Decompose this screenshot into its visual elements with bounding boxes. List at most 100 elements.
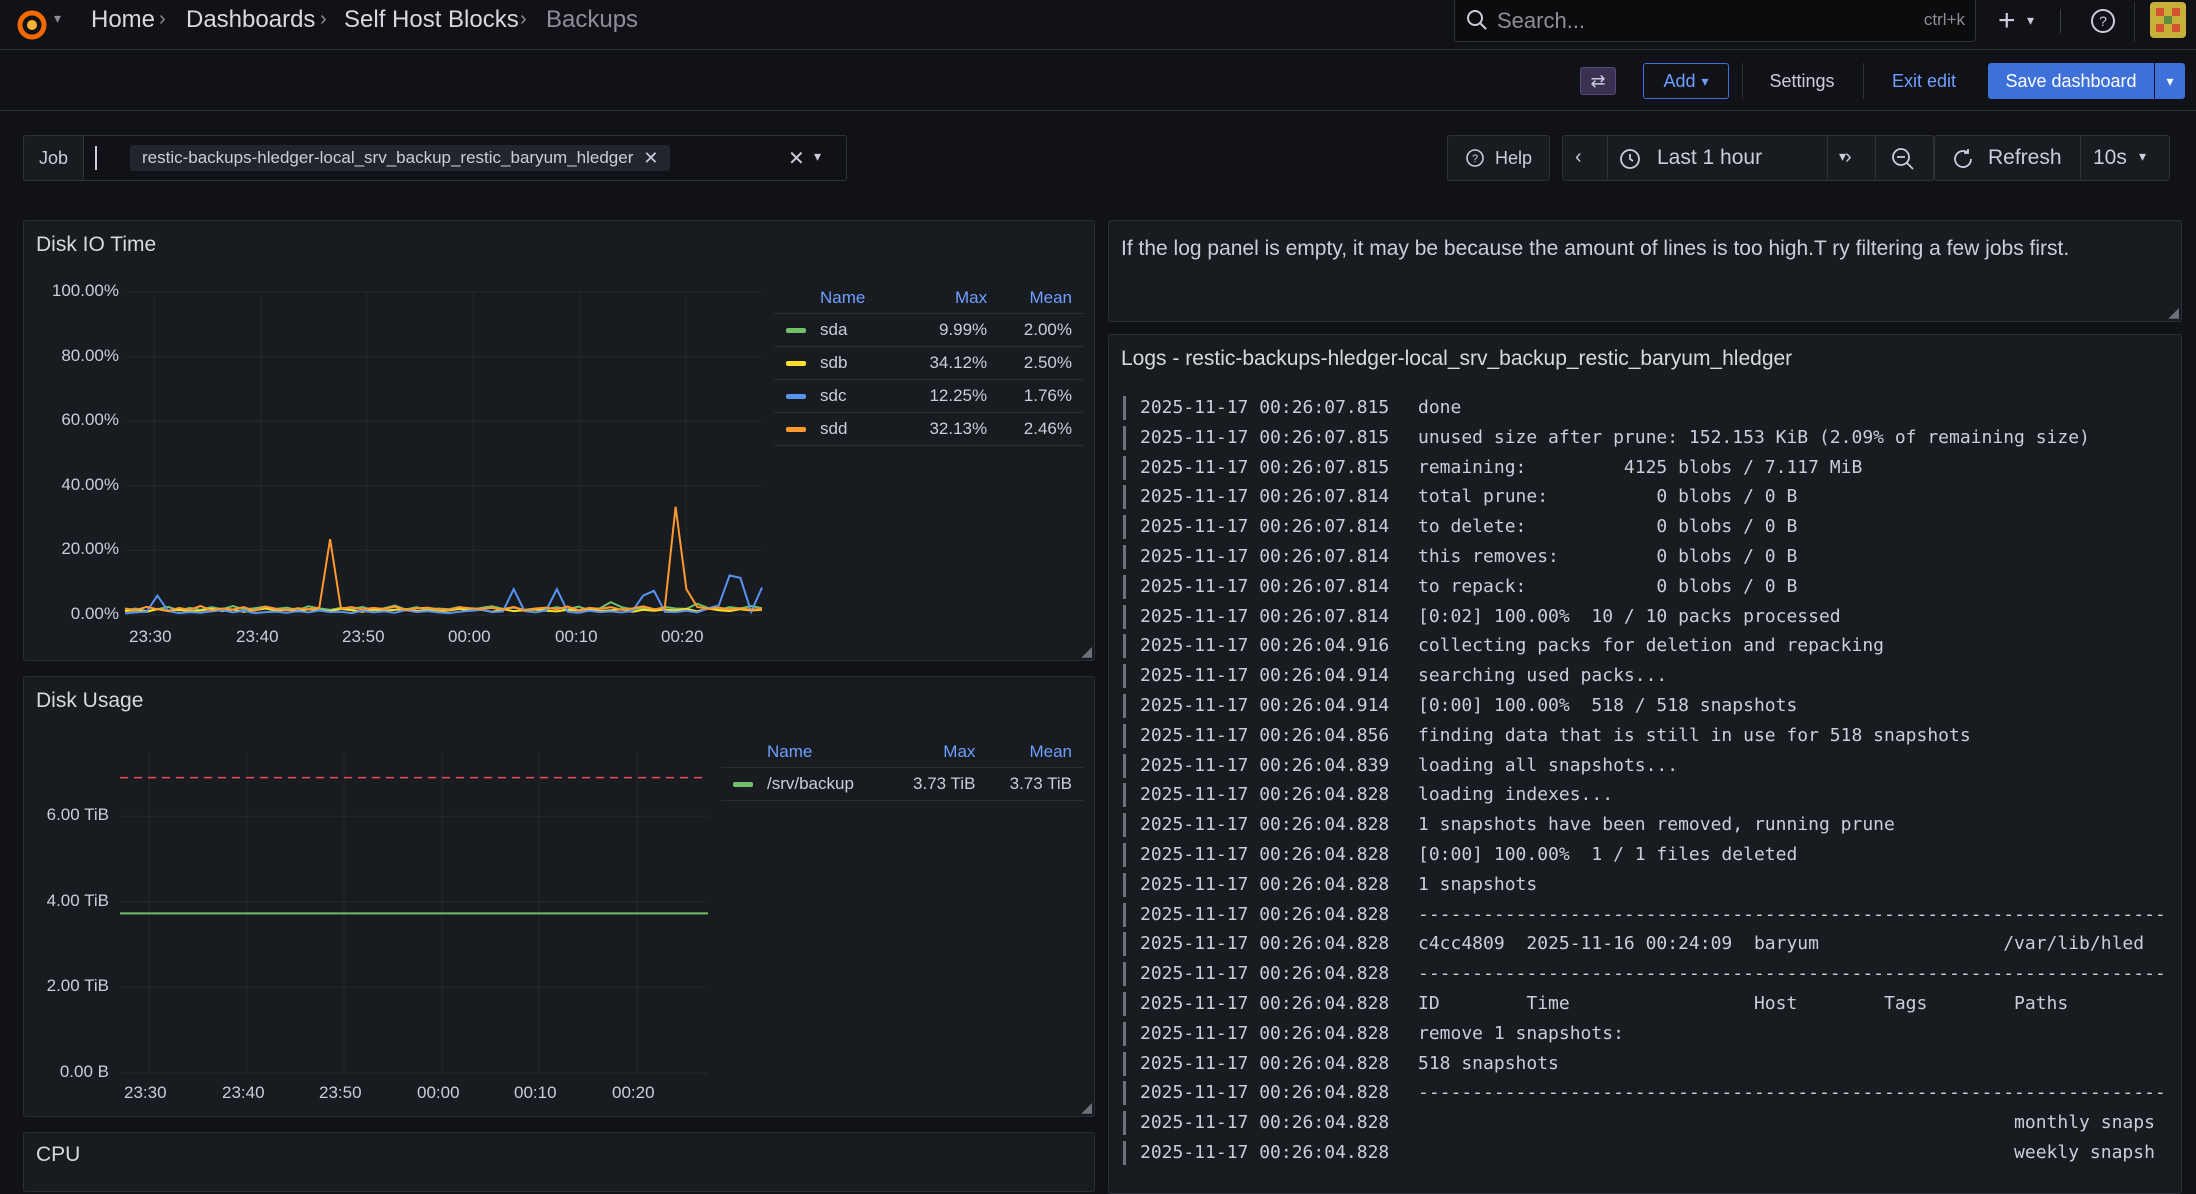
note-panel[interactable]: If the log panel is empty, it may be bec… xyxy=(1108,220,2182,322)
zoom-out-icon[interactable] xyxy=(1891,147,1915,171)
log-row[interactable]: 2025-11-17 00:26:07.814 to repack: 0 blob… xyxy=(1123,572,1797,602)
log-timestamp: 2025-11-17 00:26:07.815 xyxy=(1140,456,1390,478)
job-value-chip[interactable]: restic-backups-hledger-local_srv_backup_… xyxy=(130,145,671,171)
job-variable-select[interactable]: restic-backups-hledger-local_srv_backup_… xyxy=(83,135,847,181)
log-row[interactable]: 2025-11-17 00:26:04.828 ID Time Host Tags… xyxy=(1123,989,2068,1019)
time-forward-icon[interactable]: › xyxy=(1845,146,1852,169)
time-range-picker: ‹ Last 1 hour ▾ › xyxy=(1562,135,1934,181)
log-level-bar xyxy=(1123,783,1126,808)
log-row[interactable]: 2025-11-17 00:26:04.828 -----------------… xyxy=(1123,900,2166,930)
log-timestamp: 2025-11-17 00:26:04.828 xyxy=(1140,1142,1390,1163)
x-tick-label: 23:30 xyxy=(124,1083,167,1102)
add-button[interactable]: Add ▾ xyxy=(1643,63,1729,99)
disk-io-panel[interactable]: Disk IO Time 100.00% 80.00% 60.00% 40.00% 20… xyxy=(23,220,1095,661)
search-shortcut: ctrl+k xyxy=(1923,10,1965,29)
legend-row-sdd[interactable]: sdd 32.13% 2.46% xyxy=(774,412,1084,446)
legend-header-max[interactable]: Max xyxy=(902,283,1000,314)
breadcrumb-dashboards[interactable]: Dashboards xyxy=(186,6,315,34)
time-range-button[interactable]: Last 1 hour ▾ xyxy=(1607,136,1846,180)
note-text: If the log panel is empty, it may be bec… xyxy=(1121,237,2070,260)
time-range-label: Last 1 hour xyxy=(1657,146,1763,169)
help-icon[interactable]: ? xyxy=(2090,8,2116,34)
remove-chip-icon[interactable]: ✕ xyxy=(643,148,658,169)
help-circle-icon: ? xyxy=(1466,149,1484,167)
legend-header-name[interactable]: Name xyxy=(774,283,903,314)
help-button[interactable]: ? Help xyxy=(1447,135,1550,181)
legend-row-sdc[interactable]: sdc 12.25% 1.76% xyxy=(774,379,1084,413)
log-list[interactable]: 2025-11-17 00:26:07.815 done 2025-11-17 00… xyxy=(1109,393,2181,1193)
clear-icon[interactable]: ✕ xyxy=(788,146,805,171)
log-row[interactable]: 2025-11-17 00:26:04.828 [0:00] 100.00% 1 … xyxy=(1123,840,1797,870)
save-dashboard-button[interactable]: Save dashboard xyxy=(1988,63,2154,99)
log-level-bar xyxy=(1123,902,1126,927)
resize-handle-icon[interactable]: ◢ xyxy=(1081,643,1092,660)
breadcrumb-folder[interactable]: Self Host Blocks xyxy=(344,6,519,34)
log-row[interactable]: 2025-11-17 00:26:07.814 to delete: 0 blob… xyxy=(1123,512,1797,542)
log-row[interactable]: 2025-11-17 00:26:04.828 1 snapshots xyxy=(1123,870,1537,900)
log-message: weekly snapsh xyxy=(1418,1142,2155,1163)
refresh-button[interactable]: Refresh xyxy=(1935,136,2080,180)
log-level-bar xyxy=(1123,1081,1126,1106)
legend-row-sda[interactable]: sda 9.99% 2.00% xyxy=(774,313,1084,347)
log-row[interactable]: 2025-11-17 00:26:07.815 done xyxy=(1123,393,1461,423)
breadcrumb-home[interactable]: Home xyxy=(91,6,155,34)
log-row[interactable]: 2025-11-17 00:26:04.828 monthly snaps xyxy=(1123,1108,2155,1138)
log-row[interactable]: 2025-11-17 00:26:04.828 -----------------… xyxy=(1123,1078,2166,1108)
new-chevron-icon[interactable]: ▾ xyxy=(2027,12,2034,29)
legend-header-max[interactable]: Max xyxy=(890,737,988,768)
log-row[interactable]: 2025-11-17 00:26:04.916 collecting packs … xyxy=(1123,631,1884,661)
resize-handle-icon[interactable]: ◢ xyxy=(1081,1099,1092,1116)
log-row[interactable]: 2025-11-17 00:26:07.814 this removes: 0 b… xyxy=(1123,542,1797,572)
log-row[interactable]: 2025-11-17 00:26:04.828 1 snapshots have … xyxy=(1123,810,1895,840)
log-level-bar xyxy=(1123,1111,1126,1136)
cpu-panel[interactable]: CPU xyxy=(23,1132,1095,1192)
search-input[interactable]: Search... ctrl+k xyxy=(1454,0,1976,42)
log-row[interactable]: 2025-11-17 00:26:07.814 total prune: 0 bl… xyxy=(1123,482,1797,512)
log-row[interactable]: 2025-11-17 00:26:04.914 [0:00] 100.00% 51… xyxy=(1123,691,1797,721)
log-row[interactable]: 2025-11-17 00:26:04.828 -----------------… xyxy=(1123,959,2166,989)
series-swatch xyxy=(786,394,806,400)
log-row[interactable]: 2025-11-17 00:26:04.839 loading all snaps… xyxy=(1123,751,1678,781)
refresh-interval-select[interactable]: 10s ▾ xyxy=(2081,136,2169,180)
legend-header-mean[interactable]: Mean xyxy=(987,737,1084,768)
save-options-button[interactable]: ▾ xyxy=(2155,63,2185,99)
log-row[interactable]: 2025-11-17 00:26:04.828 weekly snapsh xyxy=(1123,1138,2155,1168)
log-row[interactable]: 2025-11-17 00:26:07.814 [0:02] 100.00% 10… xyxy=(1123,602,1841,632)
settings-button[interactable]: Settings xyxy=(1756,63,1848,99)
log-message: 1 snapshots xyxy=(1418,873,1538,895)
log-level-bar xyxy=(1123,992,1126,1016)
log-message: remove 1 snapshots: xyxy=(1418,1022,1624,1044)
legend-row-srv-backup[interactable]: /srv/backup 3.73 TiB 3.73 TiB xyxy=(721,767,1084,801)
job-variable-label: Job xyxy=(23,135,83,181)
swap-arrows-icon: ⇄ xyxy=(1590,70,1606,91)
log-message: [0:02] 100.00% 10 / 10 packs processed xyxy=(1418,605,1841,627)
log-row[interactable]: 2025-11-17 00:26:04.828 remove 1 snapshot… xyxy=(1123,1019,1624,1049)
disk-io-legend: Name Max Mean sda 9.99% 2.00% sdb 34.12%… xyxy=(774,283,1084,446)
legend-header-name[interactable]: Name xyxy=(721,737,891,768)
time-back-icon[interactable]: ‹ xyxy=(1575,146,1582,169)
grafana-logo-icon[interactable] xyxy=(14,6,50,42)
log-row[interactable]: 2025-11-17 00:26:07.815 unused size after… xyxy=(1123,423,2090,453)
user-avatar-icon[interactable] xyxy=(2150,2,2186,38)
log-timestamp: 2025-11-17 00:26:04.828 xyxy=(1140,873,1390,895)
log-row[interactable]: 2025-11-17 00:26:04.914 searching used pa… xyxy=(1123,661,1667,691)
log-timestamp: 2025-11-17 00:26:07.815 xyxy=(1140,397,1390,418)
log-row[interactable]: 2025-11-17 00:26:04.828 loading indexes..… xyxy=(1123,780,1613,810)
log-row[interactable]: 2025-11-17 00:26:07.815 remaining: 4125 b… xyxy=(1123,453,1862,483)
series-swatch xyxy=(733,782,753,788)
resize-handle-icon[interactable]: ◢ xyxy=(2168,304,2179,321)
disk-usage-panel[interactable]: Disk Usage 6.00 TiB 4.00 TiB 2.00 TiB 0.00 … xyxy=(23,676,1095,1117)
legend-header-mean[interactable]: Mean xyxy=(999,283,1084,314)
log-row[interactable]: 2025-11-17 00:26:04.856 finding data that… xyxy=(1123,721,1971,751)
x-tick-label: 00:10 xyxy=(555,627,598,646)
logs-panel[interactable]: Logs - restic-backups-hledger-local_srv_… xyxy=(1108,334,2182,1194)
toggle-view-button[interactable]: ⇄ xyxy=(1580,67,1616,95)
top-navbar: ▾ Home › Dashboards › Self Host Blocks ›… xyxy=(0,0,2196,50)
chevron-down-icon[interactable]: ▾ xyxy=(814,148,821,165)
log-row[interactable]: 2025-11-17 00:26:04.828 518 snapshots xyxy=(1123,1049,1559,1079)
log-row[interactable]: 2025-11-17 00:26:04.828 c4cc4809 2025-11-… xyxy=(1123,929,2144,959)
logo-chevron-icon[interactable]: ▾ xyxy=(54,10,61,27)
legend-row-sdb[interactable]: sdb 34.12% 2.50% xyxy=(774,346,1084,380)
exit-edit-button[interactable]: Exit edit xyxy=(1877,63,1971,99)
new-plus-icon[interactable]: + xyxy=(1998,4,2016,38)
